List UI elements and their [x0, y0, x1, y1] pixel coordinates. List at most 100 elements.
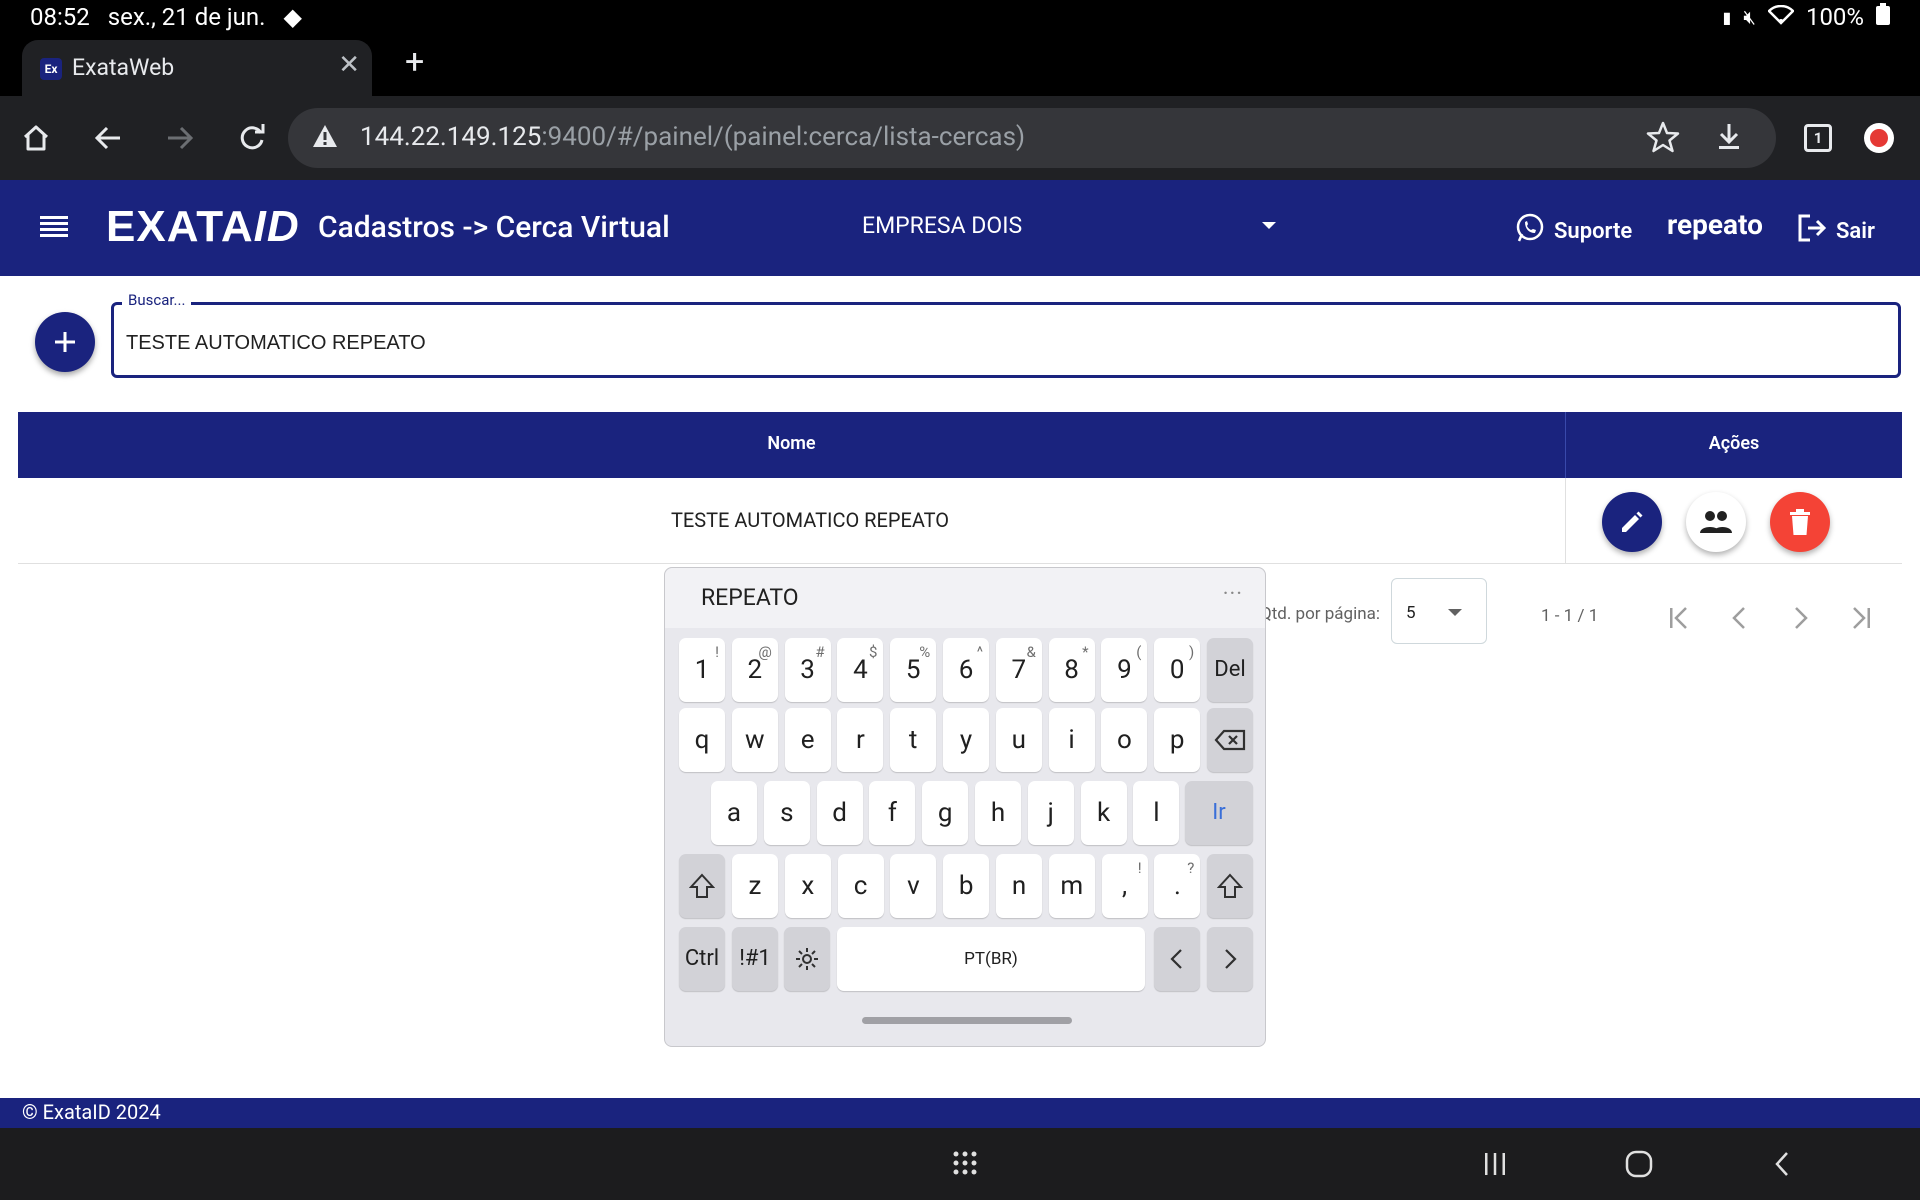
new-tab-button[interactable]: + — [405, 42, 424, 82]
back-nav-icon[interactable] — [1772, 1150, 1792, 1182]
address-bar[interactable]: 144.22.149.125:9400/#/painel/(painel:cer… — [288, 108, 1776, 168]
home-nav-icon[interactable] — [1625, 1150, 1653, 1182]
key-h[interactable]: h — [975, 781, 1021, 845]
keyboard-drag-handle[interactable] — [862, 1017, 1072, 1024]
pencil-icon — [1622, 511, 1643, 532]
key-2[interactable]: 2 @ — [731, 638, 778, 702]
key-q[interactable]: q — [679, 708, 725, 772]
space-key[interactable]: PT(BR) — [837, 927, 1145, 991]
last-page-button[interactable] — [1842, 600, 1878, 636]
company-select[interactable]: EMPRESA DOIS — [862, 212, 1022, 239]
key-p[interactable]: p — [1154, 708, 1201, 772]
word-suggestion[interactable]: REPEATO — [701, 584, 799, 611]
cast-icon: ◆ — [283, 3, 302, 31]
people-button[interactable] — [1686, 492, 1746, 552]
delete-key[interactable]: Del — [1207, 638, 1253, 702]
first-page-button[interactable] — [1662, 600, 1698, 636]
key-4[interactable]: 4 $ — [837, 638, 884, 702]
delete-button[interactable] — [1770, 492, 1830, 552]
close-tab-icon[interactable]: ✕ — [338, 50, 360, 80]
key-c[interactable]: c — [837, 854, 884, 918]
key-label: . — [1173, 871, 1181, 901]
key-label: 1 — [694, 655, 710, 685]
not-secure-warning-icon[interactable] — [312, 124, 338, 152]
battery-level: 100% — [1805, 3, 1864, 31]
hamburger-menu-icon[interactable] — [40, 214, 68, 242]
tab-switcher-button[interactable]: 1 — [1804, 124, 1832, 152]
key-7[interactable]: 7 & — [995, 638, 1042, 702]
tab-title: ExataWeb — [72, 54, 175, 81]
key-o[interactable]: o — [1101, 708, 1148, 772]
key-d[interactable]: d — [816, 781, 863, 845]
shift-key-right[interactable] — [1207, 854, 1253, 918]
key-f[interactable]: f — [869, 781, 916, 845]
key-comma[interactable]: ,! — [1101, 854, 1148, 918]
key-w[interactable]: w — [731, 708, 778, 772]
key-i[interactable]: i — [1048, 708, 1095, 772]
key-u[interactable]: u — [995, 708, 1042, 772]
key-m[interactable]: m — [1048, 854, 1095, 918]
cursor-right-key[interactable] — [1207, 927, 1253, 991]
key-n[interactable]: n — [996, 854, 1042, 918]
previous-page-button[interactable] — [1722, 600, 1758, 636]
support-button[interactable]: Suporte — [1514, 212, 1632, 250]
recent-apps-icon[interactable] — [1483, 1152, 1507, 1180]
key-a[interactable]: a — [711, 781, 757, 845]
home-icon[interactable] — [12, 114, 60, 162]
key-label: x — [801, 871, 815, 901]
items-per-page-select[interactable]: 5 — [1391, 578, 1487, 644]
app-drawer-icon[interactable] — [952, 1150, 978, 1180]
key-x[interactable]: x — [784, 854, 831, 918]
key-v[interactable]: v — [890, 854, 937, 918]
key-g[interactable]: g — [922, 781, 969, 845]
key-5[interactable]: 5% — [890, 638, 937, 702]
key-6[interactable]: 6 ^ — [943, 638, 989, 702]
bookmark-star-icon[interactable] — [1646, 120, 1680, 158]
search-input[interactable] — [126, 332, 1826, 355]
key-1[interactable]: 1! — [679, 638, 725, 702]
logout-button[interactable]: Sair — [1796, 212, 1875, 250]
key-r[interactable]: r — [837, 708, 884, 772]
reload-icon[interactable] — [228, 114, 276, 162]
exataid-logo: EXATAID — [106, 202, 300, 251]
key-label: 4 — [853, 655, 868, 685]
cursor-left-key[interactable] — [1154, 927, 1200, 991]
key-y[interactable]: y — [943, 708, 989, 772]
key-label: s — [780, 798, 794, 828]
add-fence-button[interactable] — [35, 312, 95, 372]
go-key[interactable]: Ir — [1185, 781, 1253, 845]
key-0[interactable]: 0) — [1154, 638, 1201, 702]
key-secondary-label: @ — [758, 643, 772, 661]
profile-avatar[interactable] — [1864, 123, 1894, 153]
next-page-button[interactable] — [1782, 600, 1818, 636]
footer: © ExataID 2024 — [0, 1098, 1920, 1128]
key-3[interactable]: 3 # — [784, 638, 831, 702]
symbols-key[interactable]: !#1 — [732, 927, 778, 991]
download-icon[interactable] — [1712, 120, 1746, 158]
backspace-key[interactable] — [1207, 708, 1253, 772]
back-icon[interactable] — [84, 114, 132, 162]
key-e[interactable]: e — [784, 708, 831, 772]
shift-key-left[interactable] — [679, 854, 725, 918]
keyboard-settings-key[interactable] — [784, 927, 830, 991]
ctrl-key[interactable]: Ctrl — [679, 927, 725, 991]
key-b[interactable]: b — [943, 854, 990, 918]
browser-tab[interactable]: Ex ExataWeb ✕ — [22, 40, 372, 96]
key-8[interactable]: 8 * — [1048, 638, 1095, 702]
key-period[interactable]: .? — [1154, 854, 1201, 918]
table-row[interactable]: TESTE AUTOMATICO REPEATO — [18, 478, 1902, 564]
key-s[interactable]: s — [763, 781, 810, 845]
copyright-text: © ExataID 2024 — [22, 1100, 161, 1124]
key-z[interactable]: z — [732, 854, 778, 918]
key-label: v — [907, 871, 920, 901]
more-options-icon[interactable]: ··· — [1223, 582, 1243, 607]
key-t[interactable]: t — [890, 708, 937, 772]
edit-button[interactable] — [1602, 492, 1662, 552]
forward-icon[interactable] — [156, 114, 204, 162]
key-j[interactable]: j — [1027, 781, 1074, 845]
company-dropdown-caret-icon[interactable] — [1262, 222, 1276, 229]
key-9[interactable]: 9( — [1101, 638, 1148, 702]
column-header-nome[interactable]: Nome — [18, 433, 1565, 454]
status-time: 08:52 — [30, 3, 90, 31]
key-k[interactable]: k — [1080, 781, 1127, 845]
